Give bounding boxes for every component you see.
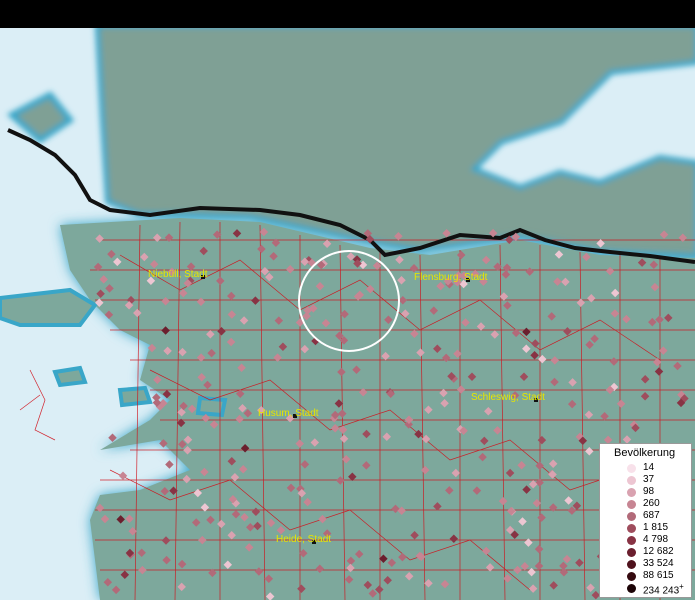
legend-swatch: [627, 524, 636, 533]
legend-swatch: [627, 548, 636, 557]
legend-plus: +: [679, 582, 684, 591]
legend-value: 1 815: [643, 522, 669, 533]
legend-value: 12 682: [643, 546, 674, 557]
legend-value: 88 615: [643, 570, 674, 581]
legend-item: 687: [600, 510, 692, 522]
legend-value: 260: [643, 498, 660, 509]
legend-swatch: [627, 476, 636, 485]
legend-swatch: [627, 488, 636, 497]
legend-item: 4 798: [600, 534, 692, 546]
city-label-schleswig: Schleswig, Stadt: [471, 392, 545, 403]
legend-title: Bevölkerung: [614, 447, 676, 459]
legend-item: 33 524: [600, 558, 692, 570]
legend-swatch: [627, 572, 636, 581]
legend-swatch: [627, 560, 636, 569]
city-label-heide: Heide, Stadt: [276, 534, 331, 545]
city-label-niebuell: Niebüll, Stadt: [148, 269, 208, 280]
legend-item: 234 243+: [600, 582, 692, 597]
legend-value: 234 243+: [643, 582, 684, 597]
legend-value: 4 798: [643, 534, 669, 545]
legend-item: 37: [600, 474, 692, 486]
population-legend: Bevölkerung 14 37 98 260 687 1 815 4 798…: [599, 443, 692, 598]
legend-value: 37: [643, 474, 655, 485]
legend-item: 260: [600, 498, 692, 510]
city-label-husum: Husum, Stadt: [258, 408, 319, 419]
legend-swatch: [627, 464, 636, 473]
legend-swatch: [627, 536, 636, 545]
legend-swatch: [627, 584, 636, 593]
legend-value: 687: [643, 510, 660, 521]
legend-value: 33 524: [643, 558, 674, 569]
legend-value: 98: [643, 486, 655, 497]
legend-swatch: [627, 500, 636, 509]
legend-item: 1 815: [600, 522, 692, 534]
map-canvas[interactable]: Niebüll, Stadt Flensburg, Stadt Schleswi…: [0, 28, 695, 600]
legend-value: 14: [643, 462, 655, 473]
city-label-flensburg: Flensburg, Stadt: [414, 272, 488, 283]
legend-item: 12 682: [600, 546, 692, 558]
legend-item: 88 615: [600, 570, 692, 582]
legend-swatch: [627, 512, 636, 521]
legend-item: 98: [600, 486, 692, 498]
legend-item: 14: [600, 462, 692, 474]
